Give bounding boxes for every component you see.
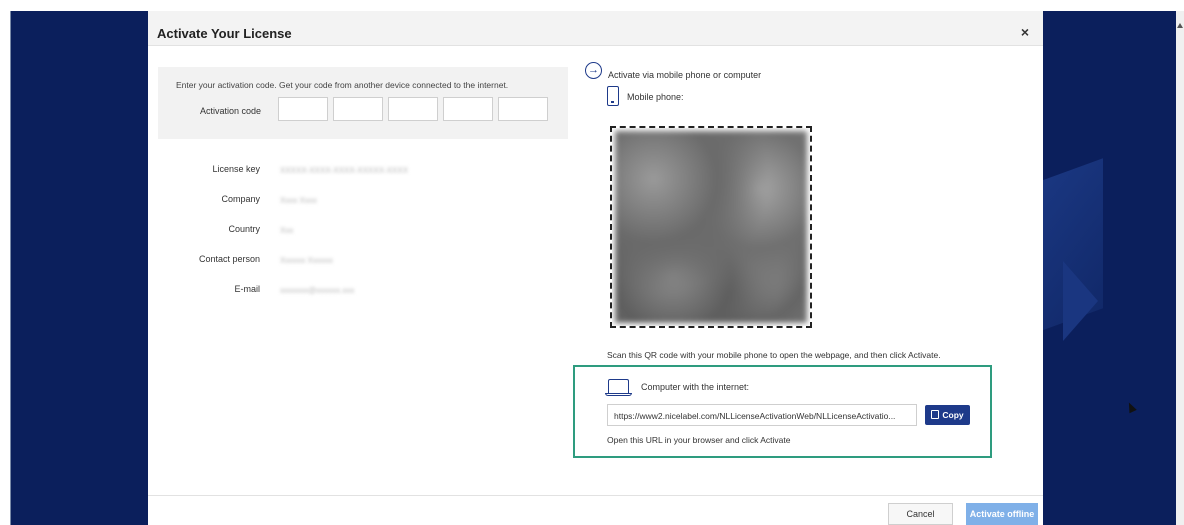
activate-license-dialog: Activate Your License × Enter your activ… — [148, 11, 1043, 525]
qr-code-blurred — [615, 131, 807, 323]
scan-qr-instruction: Scan this QR code with your mobile phone… — [607, 350, 941, 360]
computer-internet-section: Computer with the internet: https://www2… — [573, 365, 992, 458]
license-key-value: XXXXX-XXXX-XXXX-XXXXX-XXXX — [280, 166, 409, 175]
mobile-phone-icon — [607, 86, 619, 106]
laptop-icon — [608, 379, 629, 393]
computer-internet-label: Computer with the internet: — [641, 382, 750, 392]
activation-code-input-2[interactable] — [333, 97, 383, 121]
activation-code-input-1[interactable] — [278, 97, 328, 121]
country-value: Xxx — [280, 226, 294, 235]
qr-code — [610, 126, 812, 328]
company-label: Company — [221, 194, 260, 204]
activation-instruction: Enter your activation code. Get your cod… — [176, 80, 509, 90]
mobile-phone-label: Mobile phone: — [627, 92, 684, 102]
laptop-base-icon — [605, 393, 632, 396]
dialog-title: Activate Your License — [157, 26, 292, 41]
contact-person-label: Contact person — [198, 254, 260, 264]
company-value: Xxxx Xxxx — [280, 196, 317, 205]
copy-label: Copy — [942, 410, 964, 420]
close-icon[interactable]: × — [1021, 24, 1029, 40]
activate-via-text: Activate via mobile phone or computer — [608, 70, 762, 80]
email-value: xxxxxxx@xxxxxx.xxx — [280, 286, 355, 295]
activation-code-input-3[interactable] — [388, 97, 438, 121]
dialog-footer: Cancel Activate offline — [148, 495, 1043, 525]
background-right — [1043, 11, 1176, 525]
copy-button[interactable]: Copy — [925, 405, 970, 425]
activation-code-panel: Enter your activation code. Get your cod… — [158, 67, 568, 139]
activation-code-input-5[interactable] — [498, 97, 548, 121]
scroll-up-icon[interactable] — [1177, 23, 1183, 28]
license-key-label: License key — [212, 164, 260, 174]
contact-person-value: Xxxxxx Xxxxxx — [280, 256, 333, 265]
open-url-instruction: Open this URL in your browser and click … — [607, 435, 791, 445]
arrow-right-circle-icon: → — [585, 62, 602, 79]
cancel-button[interactable]: Cancel — [888, 503, 953, 525]
dialog-titlebar: Activate Your License × — [148, 11, 1043, 46]
decorative-arrow-shape — [1063, 261, 1098, 341]
activation-code-input-4[interactable] — [443, 97, 493, 121]
country-label: Country — [228, 224, 260, 234]
scrollbar[interactable] — [1176, 11, 1184, 525]
activate-offline-button[interactable]: Activate offline — [966, 503, 1038, 525]
activation-url-field[interactable]: https://www2.nicelabel.com/NLLicenseActi… — [607, 404, 917, 426]
activation-code-label: Activation code — [200, 106, 262, 116]
top-strip — [0, 0, 1184, 11]
copy-icon — [931, 410, 940, 419]
email-label: E-mail — [234, 284, 260, 294]
background-left — [10, 11, 148, 525]
